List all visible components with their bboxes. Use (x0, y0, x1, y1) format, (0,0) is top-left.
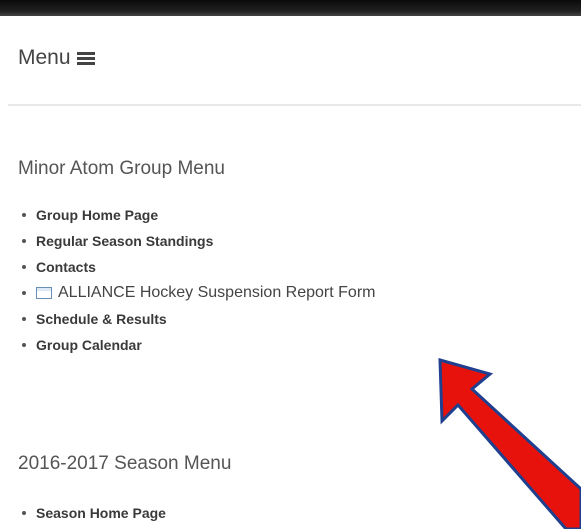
bullet-icon (22, 265, 26, 269)
bullet-icon (22, 343, 26, 347)
regular-season-standings-link[interactable]: Regular Season Standings (36, 231, 213, 251)
list-item: Contacts (20, 257, 375, 283)
top-bar (0, 0, 581, 16)
bullet-icon (22, 291, 26, 295)
group-menu-heading: Minor Atom Group Menu (18, 158, 225, 179)
bullet-icon (22, 317, 26, 321)
bullet-icon (22, 239, 26, 243)
list-item: ALLIANCE Hockey Suspension Report Form (20, 283, 375, 309)
divider (8, 104, 581, 106)
list-item: Group Calendar (20, 335, 375, 361)
bullet-icon (22, 511, 26, 515)
form-icon (36, 287, 52, 299)
season-menu-list: Season Home Page (20, 503, 166, 529)
suspension-report-form-link[interactable]: ALLIANCE Hockey Suspension Report Form (58, 283, 375, 303)
menu-toggle-button[interactable]: Menu (18, 46, 95, 70)
page: Menu Minor Atom Group Menu Group Home Pa… (0, 0, 581, 529)
season-menu-heading: 2016-2017 Season Menu (18, 453, 232, 474)
schedule-results-link[interactable]: Schedule & Results (36, 309, 167, 329)
list-item: Group Home Page (20, 205, 375, 231)
list-item: Schedule & Results (20, 309, 375, 335)
contacts-link[interactable]: Contacts (36, 257, 96, 277)
bullet-icon (22, 213, 26, 217)
list-item: Regular Season Standings (20, 231, 375, 257)
group-calendar-link[interactable]: Group Calendar (36, 335, 142, 355)
group-menu-list: Group Home Page Regular Season Standings… (20, 205, 375, 361)
group-home-page-link[interactable]: Group Home Page (36, 205, 158, 225)
list-item: Season Home Page (20, 503, 166, 529)
menu-toggle-label: Menu (18, 46, 71, 69)
season-home-page-link[interactable]: Season Home Page (36, 503, 166, 523)
hamburger-icon (76, 51, 95, 65)
